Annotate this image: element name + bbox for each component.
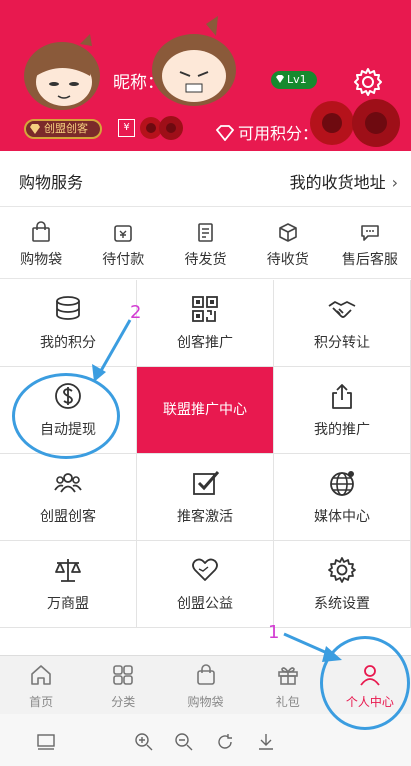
order-after-sales[interactable]: 售后客服: [329, 207, 411, 278]
grid-label: 推客激活: [177, 509, 233, 525]
annotation-number: 1: [268, 622, 280, 643]
grid-label: 媒体中心: [314, 509, 370, 525]
gift-icon: [277, 667, 298, 685]
order-label: 待付款: [102, 252, 145, 268]
grid-recommend-activate[interactable]: 推客激活: [137, 454, 274, 541]
tab-shopping-bag[interactable]: 购物袋: [164, 656, 246, 714]
home-icon: [31, 665, 51, 685]
gear-icon: [328, 557, 356, 583]
coins-icon: [56, 296, 80, 320]
package-icon: [278, 223, 297, 242]
grid-label: 创盟公益: [177, 596, 233, 612]
annotation-circle-withdraw: [12, 373, 120, 459]
grid-label: 我的推广: [314, 422, 370, 438]
order-label: 售后客服: [341, 252, 398, 268]
grid-points-transfer[interactable]: 积分转让: [274, 280, 411, 367]
window-icon[interactable]: [36, 732, 56, 752]
order-label: 待收货: [266, 252, 309, 268]
shipping-address-link[interactable]: 我的收货地址 ›: [290, 169, 398, 193]
shopping-bag-icon: [32, 221, 50, 242]
grid-label: 系统设置: [314, 596, 370, 612]
qr-code-icon: [192, 296, 218, 322]
document-icon: [197, 223, 213, 242]
chevron-right-icon: ›: [391, 173, 398, 192]
grid-maker-promo[interactable]: 创客推广: [137, 280, 274, 367]
points-label: 可用积分：: [216, 120, 318, 144]
roses-image: [310, 99, 400, 147]
grid-label: 积分转让: [314, 335, 370, 351]
zoom-in-icon[interactable]: [134, 732, 154, 752]
grid-my-points[interactable]: 我的积分: [0, 280, 137, 367]
grid-icon: [113, 665, 134, 685]
chat-icon: [361, 225, 379, 241]
member-badge-text: 创盟创客: [44, 122, 88, 135]
profile-header: 昵称： Lv1 创盟创客 ¥ 可用积分：: [0, 0, 411, 151]
handshake-icon: [328, 301, 356, 318]
diamond-icon: [30, 124, 40, 134]
order-status-row: 购物袋 待付款 待发货 待收货 售后客服: [0, 207, 411, 279]
tab-category[interactable]: 分类: [82, 656, 164, 714]
level-text: Lv1: [287, 73, 307, 86]
gem-icon: [276, 75, 284, 83]
wallet-icon: [114, 225, 133, 242]
annotation-circle-personal-center: [320, 636, 410, 730]
grid-label: 创客推广: [177, 335, 233, 351]
scale-icon: [55, 559, 81, 582]
order-pending-receipt[interactable]: 待收货: [247, 207, 329, 278]
shopping-services-title: 购物服务: [19, 173, 84, 192]
tab-label: 购物袋: [187, 695, 224, 709]
share-icon: [332, 384, 352, 409]
grid-label: 我的积分: [40, 335, 96, 351]
diamond-icon: [216, 125, 234, 141]
grid-label: 万商盟: [47, 596, 89, 612]
grid-wanshangmeng[interactable]: 万商盟: [0, 541, 137, 628]
zoom-out-icon[interactable]: [174, 732, 194, 752]
grid-label: 创盟创客: [40, 509, 96, 525]
grid-media-center[interactable]: 媒体中心: [274, 454, 411, 541]
gear-icon[interactable]: [352, 66, 384, 98]
annotation-arrow: [283, 632, 335, 658]
heart-hand-icon: [192, 558, 218, 581]
shopping-bag-icon: [196, 664, 215, 685]
annotation-number: 2: [130, 302, 142, 323]
grid-label: 联盟推广中心: [163, 402, 247, 418]
order-pending-payment[interactable]: 待付款: [82, 207, 164, 278]
checkbox-icon: [193, 471, 220, 495]
member-badge: 创盟创客: [24, 119, 102, 139]
grid-charity[interactable]: 创盟公益: [137, 541, 274, 628]
shipping-address-text: 我的收货地址: [289, 173, 386, 192]
globe-icon: [330, 471, 354, 496]
roses-image: [140, 116, 183, 140]
download-icon[interactable]: [256, 732, 276, 752]
grid-settings[interactable]: 系统设置: [274, 541, 411, 628]
grid-alliance-center[interactable]: 联盟推广中心: [137, 367, 274, 454]
tab-label: 首页: [29, 695, 54, 709]
tab-label: 分类: [111, 695, 136, 709]
order-label: 待发货: [184, 252, 227, 268]
tab-gift[interactable]: 礼包: [247, 656, 329, 714]
nickname-image: [152, 16, 236, 106]
tab-home[interactable]: 首页: [0, 656, 82, 714]
order-label: 购物袋: [20, 252, 63, 268]
users-icon: [54, 473, 82, 493]
order-pending-shipment[interactable]: 待发货: [164, 207, 246, 278]
grid-my-promo[interactable]: 我的推广: [274, 367, 411, 454]
order-shopping-bag[interactable]: 购物袋: [0, 207, 82, 278]
shopping-services-row: 购物服务 我的收货地址 ›: [0, 151, 411, 207]
refresh-icon[interactable]: [215, 732, 235, 752]
avatar[interactable]: [20, 30, 104, 114]
yen-icon: ¥: [118, 119, 135, 137]
level-badge: Lv1: [271, 71, 317, 89]
tab-label: 礼包: [275, 695, 300, 709]
grid-alliance-maker[interactable]: 创盟创客: [0, 454, 137, 541]
